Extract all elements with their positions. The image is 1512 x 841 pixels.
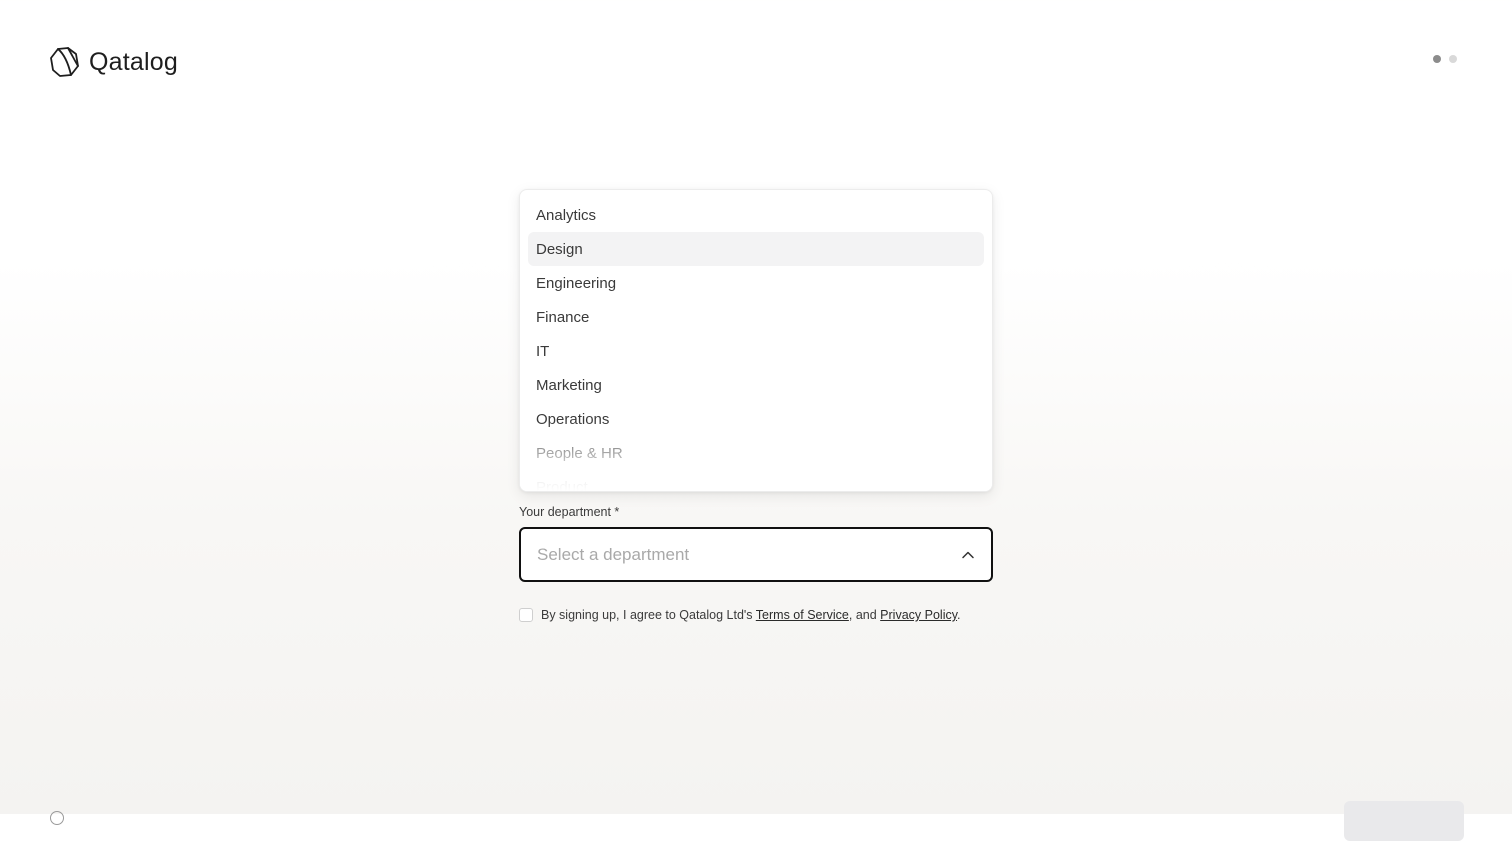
terms-of-service-link[interactable]: Terms of Service — [756, 608, 849, 622]
department-option-marketing[interactable]: Marketing — [528, 368, 984, 402]
terms-text-after: . — [957, 608, 961, 622]
privacy-policy-link[interactable]: Privacy Policy — [880, 608, 957, 622]
app-logo[interactable]: Qatalog — [49, 46, 178, 78]
step-dot-1 — [1433, 55, 1441, 63]
step-dot-2 — [1449, 55, 1457, 63]
department-option-analytics[interactable]: Analytics — [528, 198, 984, 232]
department-field-label: Your department * — [519, 505, 620, 519]
terms-text-before: By signing up, I agree to Qatalog Ltd's — [541, 608, 756, 622]
department-select-placeholder: Select a department — [537, 544, 690, 564]
terms-checkbox[interactable] — [519, 608, 533, 622]
department-option-it[interactable]: IT — [528, 334, 984, 368]
terms-agreement-row: By signing up, I agree to Qatalog Ltd's … — [519, 608, 961, 622]
department-option-design[interactable]: Design — [528, 232, 984, 266]
continue-button[interactable] — [1344, 801, 1464, 841]
app-name: Qatalog — [89, 47, 178, 76]
chevron-up-icon — [962, 551, 974, 558]
department-dropdown-list[interactable]: Analytics Design Engineering Finance IT … — [519, 189, 993, 492]
department-option-people-hr[interactable]: People & HR — [528, 436, 984, 470]
department-select[interactable]: Select a department — [519, 527, 993, 582]
terms-agreement-text: By signing up, I agree to Qatalog Ltd's … — [541, 608, 961, 622]
terms-text-middle: , and — [848, 608, 881, 622]
department-option-operations[interactable]: Operations — [528, 402, 984, 436]
department-option-finance[interactable]: Finance — [528, 300, 984, 334]
help-icon[interactable] — [50, 811, 64, 825]
qatalog-logo-icon — [50, 47, 79, 77]
department-option-engineering[interactable]: Engineering — [528, 266, 984, 300]
department-option-product[interactable]: Product — [528, 470, 984, 492]
step-indicator — [1433, 55, 1457, 63]
